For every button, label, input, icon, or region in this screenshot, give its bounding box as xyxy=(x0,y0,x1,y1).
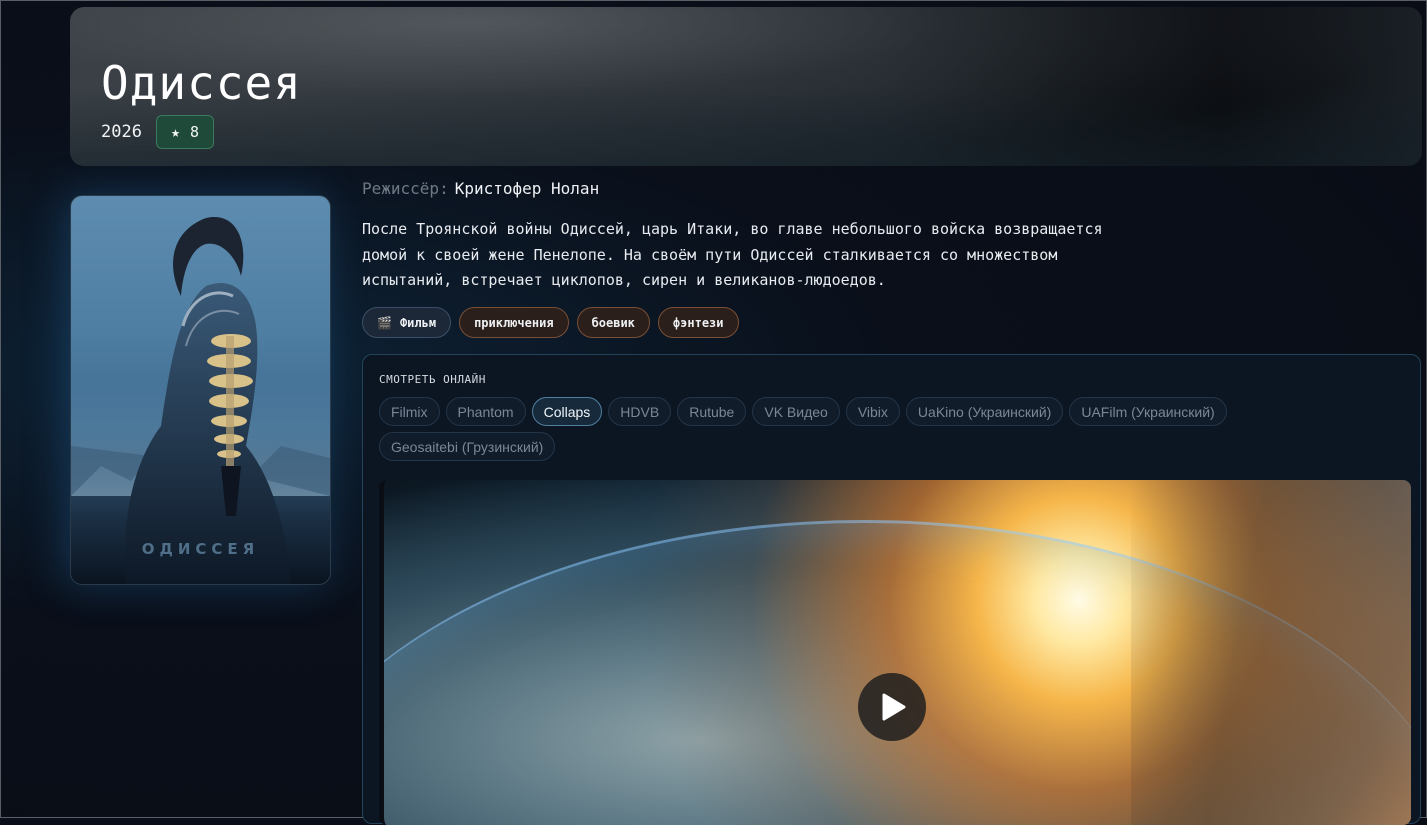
rating-badge: ★ 8 xyxy=(155,115,215,149)
source-filmix[interactable]: Filmix xyxy=(379,397,440,426)
clapperboard-icon: 🎬 xyxy=(377,315,392,330)
star-icon: ★ xyxy=(170,123,180,141)
source-rutube[interactable]: Rutube xyxy=(677,397,747,426)
source-geosaitebi[interactable]: Geosaitebi (Грузинский) xyxy=(379,432,556,461)
poster-artwork xyxy=(71,216,330,584)
rating-value: 8 xyxy=(189,123,200,141)
tag-type-label: Фильм xyxy=(399,315,437,330)
watch-online-panel: СМОТРЕТЬ ОНЛАЙН Filmix Phantom Collaps H… xyxy=(362,354,1421,825)
video-player[interactable] xyxy=(379,480,1411,825)
source-phantom[interactable]: Phantom xyxy=(445,397,526,426)
movie-title: Одиссея xyxy=(101,56,302,110)
poster-title: ОДИССЕЯ xyxy=(141,540,260,558)
tag-genre[interactable]: фэнтези xyxy=(657,307,739,338)
tag-type[interactable]: 🎬 Фильм xyxy=(362,307,452,338)
source-collaps[interactable]: Collaps xyxy=(531,397,603,426)
source-uakino[interactable]: UaKino (Украинский) xyxy=(905,397,1064,426)
source-hdvb[interactable]: HDVB xyxy=(608,397,672,426)
director-line: Режиссёр: Кристофер Нолан xyxy=(362,179,599,198)
movie-meta: 2026 ★ 8 xyxy=(101,115,215,149)
director-name: Кристофер Нолан xyxy=(454,179,600,198)
movie-description: После Троянской войны Одиссей, царь Итак… xyxy=(362,220,1103,289)
source-uafilm[interactable]: UAFilm (Украинский) xyxy=(1069,397,1227,426)
play-icon xyxy=(882,693,906,721)
hero-banner: Одиссея 2026 ★ 8 xyxy=(70,7,1422,166)
source-vibix[interactable]: Vibix xyxy=(845,397,900,426)
player-frame-artwork xyxy=(1131,480,1411,825)
director-label: Режиссёр: xyxy=(362,179,449,198)
source-list: Filmix Phantom Collaps HDVB Rutube VK Ви… xyxy=(379,397,1409,461)
tag-genre[interactable]: приключения xyxy=(459,307,569,338)
tag-list: 🎬 Фильм приключения боевик фэнтези xyxy=(362,307,739,338)
source-vk-video[interactable]: VK Видео xyxy=(752,397,840,426)
movie-year: 2026 xyxy=(101,122,142,142)
movie-poster: ОДИССЕЯ xyxy=(70,195,331,585)
play-button[interactable] xyxy=(858,673,926,741)
watch-heading: СМОТРЕТЬ ОНЛАЙН xyxy=(379,373,486,386)
tag-genre[interactable]: боевик xyxy=(576,307,650,338)
